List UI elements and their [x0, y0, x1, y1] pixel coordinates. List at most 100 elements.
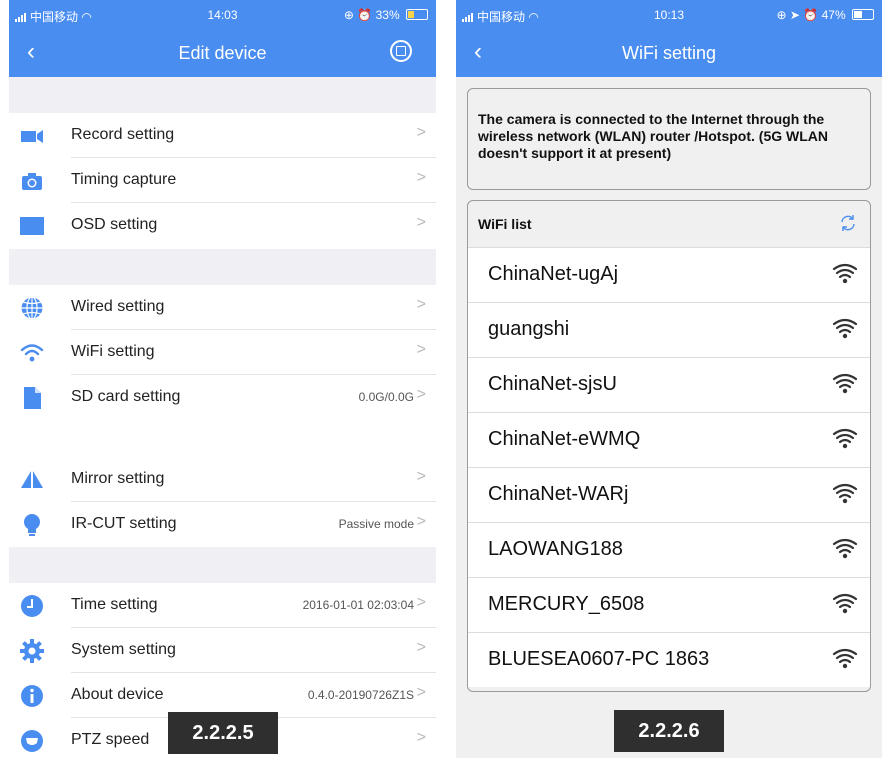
chevron-right-icon: > [416, 169, 426, 186]
edit-device-screen: 中国移动 ◠ 14:03 ⊕ ⏰ 33% ‹ Edit device Recor… [9, 0, 436, 758]
page-title: WiFi setting [621, 43, 717, 63]
step-badge: 2.2.2.6 [614, 710, 724, 752]
chevron-right-icon: > [416, 639, 426, 656]
wifi-network-row[interactable]: ChinaNet-ugAj [468, 247, 870, 302]
refresh-icon[interactable] [838, 213, 858, 233]
row-value: 0.4.0-20190726Z1S [307, 688, 414, 702]
wifi-network-row[interactable]: MERCURY_6508 [468, 577, 870, 632]
location-icon: ➤ [789, 8, 800, 22]
battery-icon [852, 9, 874, 20]
chevron-right-icon: > [416, 513, 426, 530]
gear-icon [20, 639, 44, 663]
chevron-right-icon: > [416, 124, 426, 141]
battery-icon [406, 9, 428, 20]
sd-card-icon [20, 386, 44, 410]
row-label: Wired setting [71, 298, 165, 315]
chevron-right-icon: > [416, 341, 426, 358]
wifi-list-panel: WiFi list ChinaNet-ugAj guangshi ChinaNet-… [467, 200, 871, 692]
wifi-signal-icon [832, 537, 858, 559]
alarm-icon: ⏰ [357, 8, 373, 22]
wifi-network-row[interactable]: guangshi [468, 302, 870, 357]
wifi-signal-icon [832, 427, 858, 449]
network-name: MERCURY_6508 [488, 593, 645, 615]
chevron-right-icon: > [416, 296, 426, 313]
status-bar: 中国移动 ◠ 10:13 ⊕ ➤ ⏰ 47% [456, 0, 882, 31]
settings-row-osd-setting[interactable]: OSD setting > [9, 203, 436, 248]
bulb-icon [20, 513, 44, 537]
mirror-icon [20, 468, 44, 492]
chevron-right-icon: > [416, 214, 426, 231]
alarm-icon: ⏰ [803, 8, 819, 22]
status-bar: 中国移动 ◠ 14:03 ⊕ ⏰ 33% [9, 0, 436, 31]
row-value: 2016-01-01 02:03:04 [302, 598, 414, 612]
wifi-signal-icon [832, 372, 858, 394]
chevron-right-icon: > [416, 468, 426, 485]
network-name: guangshi [488, 318, 570, 340]
network-name: ChinaNet-WARj [488, 483, 629, 505]
wifi-network-row[interactable]: ChinaNet-WARj [468, 467, 870, 522]
settings-row-record-setting[interactable]: Record setting > [9, 113, 436, 158]
wifi-list: ChinaNet-ugAj guangshi ChinaNet-sjsU ChinaN… [468, 247, 870, 687]
nav-bar: ‹ WiFi setting [456, 31, 882, 77]
row-label: IR-CUT setting [71, 515, 177, 532]
row-label: Time setting [71, 596, 158, 613]
section-gap [9, 249, 436, 285]
row-label: SD card setting [71, 388, 181, 405]
section-gap [9, 77, 436, 113]
wifi-setting-screen: 中国移动 ◠ 10:13 ⊕ ➤ ⏰ 47% ‹ WiFi setting Th… [456, 0, 882, 758]
section-gap [9, 547, 436, 583]
row-label: PTZ speed [71, 731, 150, 748]
row-label: Timing capture [71, 171, 177, 188]
network-name: BLUESEA0607-PC 1863 [488, 648, 710, 670]
wifi-list-title: WiFi list [478, 216, 532, 232]
settings-row-mirror-setting[interactable]: Mirror setting > [9, 457, 436, 502]
row-value: 0.0G/0.0G [358, 390, 414, 404]
network-name: ChinaNet-eWMQ [488, 428, 641, 450]
wifi-network-row[interactable]: ChinaNet-sjsU [468, 357, 870, 412]
network-name: LAOWANG188 [488, 538, 623, 560]
notice-text: The camera is connected to the Internet … [478, 111, 829, 161]
wifi-signal-icon [832, 592, 858, 614]
settings-row-time-setting[interactable]: Time setting 2016-01-01 02:03:04 > [9, 583, 436, 628]
connection-notice: The camera is connected to the Internet … [467, 88, 871, 190]
settings-row-wifi-setting[interactable]: WiFi setting > [9, 330, 436, 375]
settings-row-ir-cut-setting[interactable]: IR-CUT setting Passive mode > [9, 502, 436, 547]
clock-icon [20, 594, 44, 618]
nav-bar: ‹ Edit device [9, 31, 436, 77]
osd-icon [20, 214, 44, 238]
row-label: OSD setting [71, 216, 158, 233]
row-label: Record setting [71, 126, 175, 143]
network-name: ChinaNet-ugAj [488, 263, 619, 285]
row-label: Mirror setting [71, 470, 165, 487]
settings-row-timing-capture[interactable]: Timing capture > [9, 158, 436, 203]
lock-rotation-icon: ⊕ [343, 8, 354, 22]
wifi-signal-icon [832, 482, 858, 504]
page-title: Edit device [178, 43, 267, 63]
chevron-right-icon: > [416, 594, 426, 611]
chevron-right-icon: > [416, 729, 426, 746]
wifi-signal-icon [832, 262, 858, 284]
camera-icon [20, 169, 44, 193]
save-icon[interactable] [390, 40, 412, 62]
lock-rotation-icon: ⊕ [776, 8, 787, 22]
wifi-network-row[interactable]: LAOWANG188 [468, 522, 870, 577]
wifi-network-row[interactable]: ChinaNet-eWMQ [468, 412, 870, 467]
network-name: ChinaNet-sjsU [488, 373, 617, 395]
settings-row-system-setting[interactable]: System setting > [9, 628, 436, 673]
wifi-list-header: WiFi list [468, 201, 870, 247]
wifi-signal-icon [832, 317, 858, 339]
settings-row-sd-card-setting[interactable]: SD card setting 0.0G/0.0G > [9, 375, 436, 420]
row-label: About device [71, 686, 164, 703]
row-label: System setting [71, 641, 176, 658]
settings-row-wired-setting[interactable]: Wired setting > [9, 285, 436, 330]
video-camera-icon [20, 124, 44, 148]
row-label: WiFi setting [71, 343, 155, 360]
battery-percent: 47% [821, 8, 846, 22]
wifi-network-row[interactable]: BLUESEA0607-PC 1863 [468, 632, 870, 687]
battery-percent: 33% [375, 8, 400, 22]
wifi-icon [20, 341, 44, 365]
globe-icon [20, 296, 44, 320]
row-value: Passive mode [338, 517, 414, 531]
wifi-signal-icon [832, 647, 858, 669]
ptz-icon [20, 729, 44, 753]
